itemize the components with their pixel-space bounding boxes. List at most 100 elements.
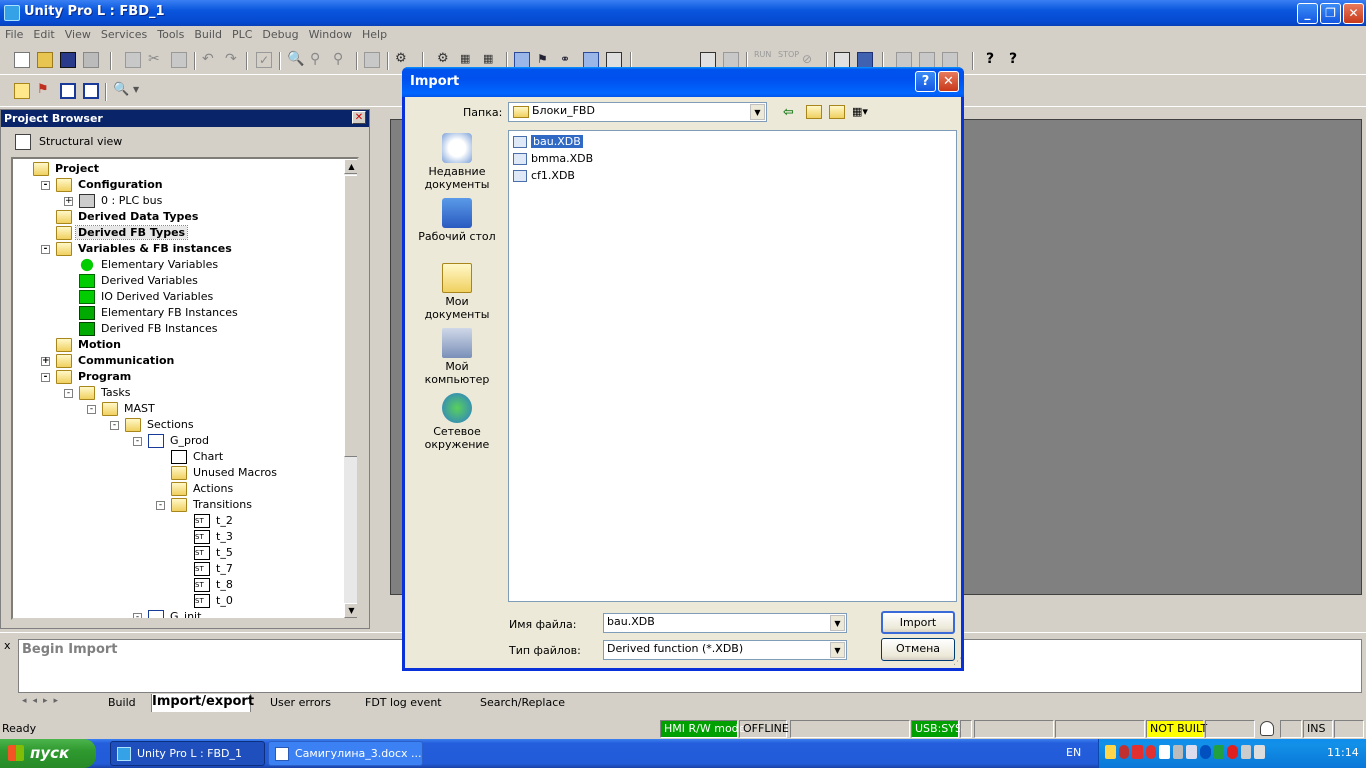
menu-help[interactable]: Help [357,26,392,41]
new-icon[interactable] [14,52,30,68]
collapse-icon[interactable]: - [156,501,165,510]
menu-window[interactable]: Window [304,26,357,41]
project-browser-close-button[interactable]: ✕ [352,111,366,124]
help-icon[interactable]: ? [986,52,1002,68]
config-icon[interactable]: ⚙ [437,52,453,68]
tree-node[interactable]: - Tasks [64,385,132,401]
filetype-select[interactable]: Derived function (*.XDB) ▼ [603,640,847,660]
tree-node[interactable]: Derived Variables [77,273,200,289]
file-item-bmma[interactable]: bmma.XDB [513,151,593,167]
tree-node[interactable]: ST t_3 [192,529,235,545]
tree-node[interactable]: +0 : PLC bus [64,193,164,209]
collapse-icon[interactable]: - [133,437,142,446]
tab-build[interactable]: Build [100,694,150,712]
window-view-icon[interactable] [83,83,99,99]
tree-node[interactable]: IO Derived Variables [77,289,215,305]
menu-view[interactable]: View [60,26,96,41]
collapse-icon[interactable]: - [133,613,142,618]
new-folder-icon[interactable] [829,105,845,119]
stop-icon[interactable]: STOP [778,51,799,67]
copy-icon[interactable] [125,52,141,68]
table-icon[interactable] [583,52,599,68]
import-button[interactable]: Import [881,611,955,634]
tile-h-icon[interactable] [919,52,935,68]
zoom-dropdown-icon[interactable]: ▼ [133,83,149,99]
tab-search-replace[interactable]: Search/Replace [480,694,590,712]
redo-icon[interactable]: ↷ [225,52,241,68]
back-icon[interactable]: ⇦ [783,105,794,120]
file-item-cf1[interactable]: cf1.XDB [513,168,575,184]
filetype-dropdown-arrow[interactable]: ▼ [830,642,845,658]
tray-app-icon-5[interactable] [1159,745,1170,759]
hierarchy-icon[interactable]: ⚑ [537,52,553,68]
undo-icon[interactable]: ↶ [202,52,218,68]
replace-icon[interactable]: ⚲ [333,52,349,68]
tree-node[interactable]: - Transitions [156,497,254,513]
init-icon[interactable]: ⊘ [802,52,818,68]
restore-button[interactable]: ❐ [1320,3,1341,24]
tree-node[interactable]: - Variables & FB instances [41,241,234,257]
place-my-documents[interactable]: Мои документы [413,263,501,321]
structural-view-label[interactable]: Structural view [39,135,122,148]
plc-icon[interactable] [700,52,716,68]
open-icon[interactable] [37,52,53,68]
menu-build[interactable]: Build [189,26,227,41]
structure-view-icon[interactable] [514,52,530,68]
place-my-computer[interactable]: Мой компьютер [413,328,501,386]
tree-node[interactable]: - G_prod [133,433,211,449]
collapse-icon[interactable]: - [41,245,50,254]
place-recent[interactable]: Недавние документы [413,133,501,191]
tray-app-icon-1[interactable] [1105,745,1116,759]
tree-node[interactable]: Elementary Variables [77,257,220,273]
collapse-icon[interactable]: - [41,373,50,382]
menu-debug[interactable]: Debug [257,26,303,41]
tree-node[interactable]: - MAST [87,401,157,417]
collapse-icon[interactable]: - [64,389,73,398]
tree-node[interactable]: Actions [169,481,235,497]
cancel-button[interactable]: Отмена [881,638,955,661]
file-list[interactable]: bau.XDB bmma.XDB cf1.XDB [508,130,957,602]
print-icon[interactable] [83,52,99,68]
output-close-button[interactable]: x [4,639,11,652]
tree-node[interactable]: ST t_8 [192,577,235,593]
tree-node[interactable]: - G_init [133,609,203,618]
app-titlebar[interactable]: Unity Pro L : FBD_1 _ ❐ ✕ [0,0,1366,26]
validate-icon[interactable]: ✓ [256,52,272,68]
menu-services[interactable]: Services [96,26,152,41]
filename-input[interactable]: bau.XDB ▼ [603,613,847,633]
scroll-up-arrow[interactable]: ▲ [344,159,357,174]
file-item-bau[interactable]: bau.XDB [513,134,583,150]
tab-user-errors[interactable]: User errors [270,694,350,712]
tree-node[interactable]: Derived Data Types [54,209,200,225]
monitor-icon[interactable] [857,52,873,68]
tree-node[interactable]: + Communication [41,353,176,369]
resize-grip-icon[interactable]: ⋰ [953,657,963,667]
tree-node[interactable]: - Sections [110,417,196,433]
scroll-down-arrow[interactable]: ▼ [344,603,357,618]
expand-icon[interactable]: + [64,197,73,206]
tab-scroll-arrows[interactable]: ◂◂▸▸ [22,696,90,710]
expand-icon[interactable]: + [41,357,50,366]
split-view-icon[interactable] [60,83,76,99]
cut-icon[interactable]: ✂ [148,52,164,68]
run-icon[interactable]: RUN [754,51,771,67]
filename-dropdown-arrow[interactable]: ▼ [830,615,845,631]
volume-icon[interactable] [1254,745,1265,759]
find-next-icon[interactable]: ⚲ [310,52,326,68]
folder-select[interactable]: Блоки_FBD ▼ [508,102,767,122]
minimize-button[interactable]: _ [1297,3,1318,24]
find-icon[interactable]: 🔍 [287,52,304,68]
tree-node[interactable]: Derived FB Types [54,225,189,241]
tab-fdt-log-event[interactable]: FDT log event [365,694,465,712]
collapse-icon[interactable]: - [110,421,119,430]
bluetooth-icon[interactable] [1200,745,1211,759]
import-dialog-titlebar[interactable]: Import [402,67,964,97]
language-indicator[interactable]: EN [1066,746,1081,759]
tree-node[interactable]: Elementary FB Instances [77,305,240,321]
dialog-close-button[interactable]: ✕ [938,71,959,92]
menu-edit[interactable]: Edit [28,26,59,41]
place-network[interactable]: Сетевое окружение [413,393,501,451]
tray-app-icon-4[interactable] [1145,745,1157,759]
cascade-icon[interactable] [896,52,912,68]
binoculars-icon[interactable]: ⚭ [560,52,576,68]
